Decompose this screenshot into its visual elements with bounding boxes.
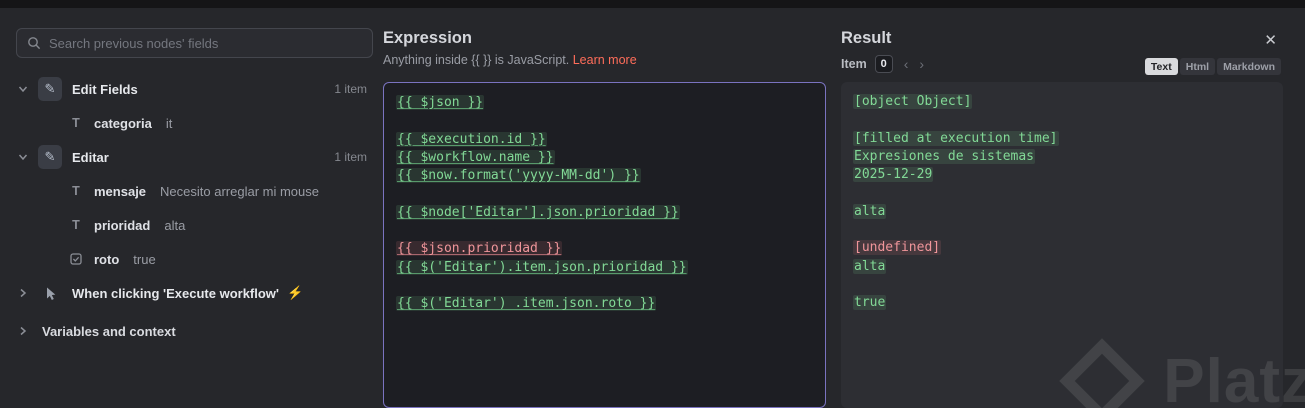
chevron-down-icon[interactable] [18,152,32,162]
field-row-mensaje[interactable]: T mensaje Necesito arreglar mi mouse [0,174,383,208]
result-line: 2025-12-29 [853,167,934,183]
learn-more-link[interactable]: Learn more [573,53,637,67]
result-output: [object Object] [filled at execution tim… [841,82,1283,408]
field-name: mensaje [94,183,147,199]
node-row-manual-trigger[interactable]: When clicking 'Execute workflow' ⚡ [0,276,383,310]
node-label: Edit Fields [72,81,138,97]
code-line: {{ $workflow.name }} [396,149,555,165]
node-label: When clicking 'Execute workflow' [72,285,280,301]
result-line: [undefined] [853,240,942,256]
field-row-roto[interactable]: roto true [0,242,383,276]
expression-editor-modal: ✎ Edit Fields 1 item T categoria it ✎ Ed… [0,0,1305,408]
result-line: [filled at execution time] [853,130,1059,146]
tab-html[interactable]: Html [1179,58,1216,75]
field-value: it [165,115,173,131]
next-item-icon[interactable]: › [919,56,924,72]
result-line: [object Object] [853,94,973,109]
chevron-right-icon[interactable] [18,326,32,336]
result-view-tabs: Text Html Markdown [1144,58,1281,75]
result-title: Result [841,29,892,47]
search-box [16,28,373,58]
node-row-editar[interactable]: ✎ Editar 1 item [0,140,383,174]
node-item-count: 1 item [334,82,367,96]
code-line: {{ $('Editar') .item.json.roto }} [396,296,657,312]
string-type-icon: T [72,116,80,130]
field-value: alta [164,217,186,233]
search-icon [28,37,41,50]
field-value: Necesito arreglar mi mouse [160,183,319,199]
item-index-input[interactable]: 0 [874,55,893,73]
item-label: Item [841,57,867,71]
expression-title: Expression [383,29,472,47]
field-name: roto [94,251,120,267]
pencil-node-icon: ✎ [38,77,62,101]
previous-item-icon[interactable]: ‹ [904,56,909,72]
subtitle-text: Anything inside {{ }} is JavaScript. [383,53,570,67]
chevron-right-icon[interactable] [18,288,32,298]
result-line: alta [853,203,887,219]
expression-code-editor[interactable]: {{ $json }} {{ $execution.id }} {{ $work… [383,82,826,408]
variables-label: Variables and context [42,323,176,339]
code-line: {{ $now.format('yyyy-MM-dd') }} [396,168,641,184]
boolean-type-icon [68,253,84,265]
result-line: alta [853,258,887,274]
field-row-categoria[interactable]: T categoria it [0,106,383,140]
input-data-sidebar: ✎ Edit Fields 1 item T categoria it ✎ Ed… [0,8,383,408]
code-line: {{ $('Editar').item.json.prioridad }} [396,259,688,275]
tab-markdown[interactable]: Markdown [1217,58,1281,75]
result-line [853,221,1271,239]
close-icon[interactable]: ✕ [1264,33,1277,48]
node-row-edit-fields[interactable]: ✎ Edit Fields 1 item [0,72,383,106]
result-line: true [853,295,887,311]
cursor-click-icon [38,281,62,305]
chevron-down-icon[interactable] [18,84,32,94]
result-line [853,184,1271,202]
pencil-node-icon: ✎ [38,145,62,169]
result-line: Expresiones de sistemas [853,148,1036,164]
expression-subtitle: Anything inside {{ }} is JavaScript. Lea… [383,53,827,67]
field-row-prioridad[interactable]: T prioridad alta [0,208,383,242]
node-label: Editar [72,149,109,165]
nodes-tree: ✎ Edit Fields 1 item T categoria it ✎ Ed… [0,72,383,348]
code-line: {{ $node['Editar'].json.prioridad }} [396,204,680,220]
string-type-icon: T [72,218,80,232]
top-window-strip [0,0,1305,8]
result-line [853,276,1271,294]
variables-and-context-row[interactable]: Variables and context [0,314,383,348]
node-item-count: 1 item [334,150,367,164]
result-line [853,111,1271,129]
code-line: {{ $execution.id }} [396,131,547,147]
tab-text[interactable]: Text [1144,58,1178,75]
lightning-bolt-icon: ⚡ [287,285,304,300]
field-value: true [133,251,156,267]
code-line: {{ $json }} [396,95,485,110]
field-name: categoria [94,115,152,131]
expression-panel: Expression Anything inside {{ }} is Java… [383,8,827,408]
search-input[interactable] [49,35,362,51]
field-name: prioridad [94,217,151,233]
result-panel: Result ✕ Item 0 ‹ › Text Html Markdown [… [841,8,1283,408]
string-type-icon: T [72,184,80,198]
code-line: {{ $json.prioridad }} [396,241,563,257]
